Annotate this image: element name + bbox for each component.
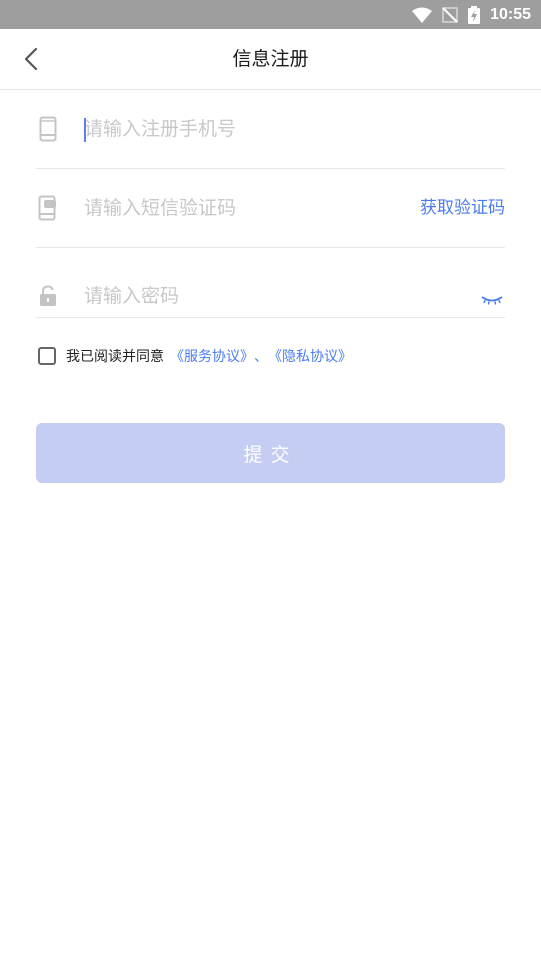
sms-code-field-row: 获取验证码 <box>36 169 505 248</box>
phone-input[interactable] <box>84 90 394 168</box>
agreement-checkbox[interactable] <box>38 347 56 365</box>
phone-icon <box>36 90 60 168</box>
status-icons: 10:55 <box>412 0 531 29</box>
wifi-icon <box>412 7 433 23</box>
battery-charging-icon <box>468 5 481 24</box>
privacy-agreement-link[interactable]: 《隐私协议》 <box>268 346 352 366</box>
lock-icon <box>36 248 60 344</box>
submit-button[interactable]: 提交 <box>36 423 505 483</box>
get-code-button[interactable]: 获取验证码 <box>420 169 505 247</box>
eye-closed-icon[interactable] <box>481 290 503 309</box>
status-time: 10:55 <box>490 5 531 23</box>
status-bar: 10:55 <box>0 0 541 29</box>
agreement-separator: 、 <box>254 349 268 365</box>
agreement-row: 我已阅读并同意 《服务协议》 、 《隐私协议》 <box>38 344 352 368</box>
phone-field-row <box>36 90 505 169</box>
nav-bar: 信息注册 <box>0 29 541 90</box>
service-agreement-link[interactable]: 《服务协议》 <box>170 346 254 366</box>
text-caret <box>84 118 86 142</box>
sms-code-input[interactable] <box>84 169 394 247</box>
agreement-prefix: 我已阅读并同意 <box>66 349 164 365</box>
page-title: 信息注册 <box>232 48 309 70</box>
password-input[interactable] <box>84 248 394 344</box>
no-signal-icon <box>442 6 458 23</box>
sms-phone-icon <box>36 169 60 247</box>
password-field-row <box>36 248 505 344</box>
